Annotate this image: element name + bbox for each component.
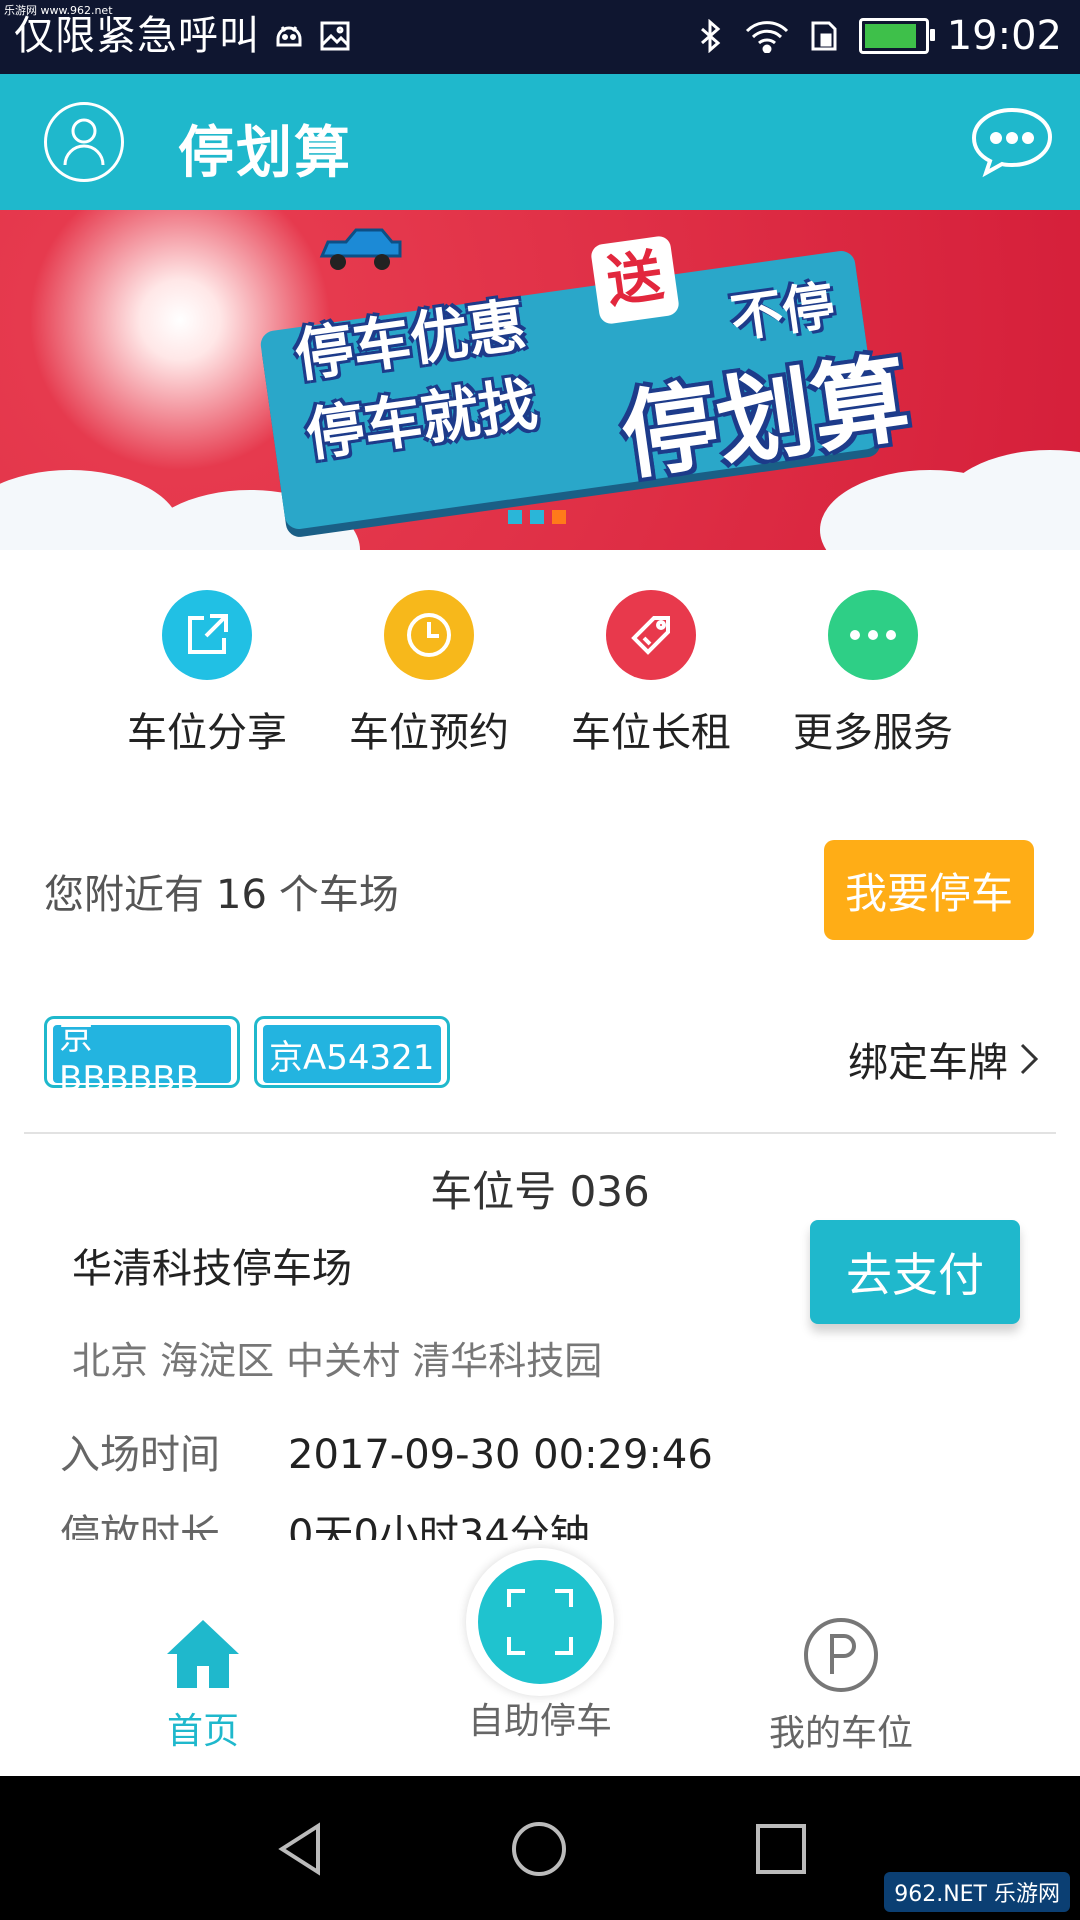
plate-text: 京BBBBBB [51, 1018, 233, 1099]
self-park-scan-button[interactable] [466, 1548, 614, 1696]
message-button[interactable] [970, 104, 1054, 178]
share-icon [162, 590, 252, 680]
service-label: 车位长租 [571, 710, 731, 756]
watermark: 962.NET 乐游网 [884, 1872, 1070, 1912]
lot-address: 北京 海淀区 中关村 清华科技园 [72, 1339, 603, 1383]
plate-chip[interactable]: 京A54321 [254, 1016, 450, 1088]
clock-icon [384, 590, 474, 680]
tag-icon [606, 590, 696, 680]
entry-time-label: 入场时间 [60, 1432, 220, 1478]
service-label: 更多服务 [793, 710, 953, 756]
chevron-right-icon [1020, 1043, 1039, 1075]
bluetooth-icon [700, 19, 720, 53]
pager-dot[interactable] [508, 510, 522, 524]
app-header: 停划算 [0, 74, 1080, 210]
service-label: 车位分享 [127, 710, 287, 756]
service-share[interactable]: 车位分享 [96, 590, 318, 770]
car-icon [319, 228, 402, 270]
banner-pager[interactable] [508, 510, 566, 524]
divider [24, 1132, 1056, 1134]
nav-home[interactable]: 首页 [138, 1616, 268, 1754]
system-nav-bar: 962.NET 乐游网 [0, 1776, 1080, 1920]
service-reserve[interactable]: 车位预约 [318, 590, 540, 770]
bind-plate-label: 绑定车牌 [848, 1040, 1008, 1086]
entry-time-row: 入场时间 2017-09-30 00:29:46 [60, 1422, 713, 1480]
plate-chip[interactable]: 京BBBBBB [44, 1016, 240, 1099]
nearby-suffix: 个车场 [278, 872, 399, 918]
nearby-prefix: 您附近有 [44, 872, 204, 918]
nav-my-spot[interactable]: 我的车位 [756, 1616, 926, 1756]
home-icon [167, 1620, 239, 1688]
nav-label: 首页 [166, 1711, 239, 1752]
image-icon [320, 21, 350, 51]
app-title: 停划算 [178, 121, 352, 186]
service-more[interactable]: 更多服务 [762, 590, 984, 770]
banner-badge: 送 [589, 234, 681, 326]
promo-banner[interactable]: 停车优惠 停车就找 送 不停 停划算 [0, 210, 1080, 550]
profile-button[interactable] [44, 102, 124, 182]
nav-self-park-label[interactable]: 自助停车 [440, 1692, 640, 1744]
nearby-summary: 您附近有 16 个车场 [44, 862, 399, 920]
pager-dot-active[interactable] [552, 510, 566, 524]
nav-label: 自助停车 [467, 1701, 612, 1742]
user-icon [63, 118, 105, 166]
battery-icon [858, 18, 935, 54]
home-circle-icon[interactable] [510, 1820, 568, 1878]
spot-number: 车位号 036 [430, 1167, 650, 1216]
back-icon[interactable] [272, 1820, 330, 1878]
sim-icon [811, 21, 837, 51]
scan-icon [507, 1589, 573, 1655]
chat-bubble-icon [971, 107, 1053, 178]
clock: 19:02 [946, 13, 1062, 59]
wifi-icon [745, 21, 788, 53]
android-icon [276, 26, 302, 47]
plate-text: 京A54321 [261, 1023, 443, 1085]
parking-icon [804, 1618, 878, 1692]
emergency-notice: 仅限紧急呼叫 [14, 13, 260, 59]
nav-label: 我的车位 [768, 1713, 913, 1754]
park-now-button[interactable]: 我要停车 [824, 840, 1034, 940]
nearby-count: 16 [216, 872, 267, 918]
pay-button[interactable]: 去支付 [810, 1220, 1020, 1324]
pager-dot[interactable] [530, 510, 544, 524]
service-label: 车位预约 [349, 710, 509, 756]
service-grid: 车位分享 车位预约 车位长租 更多服务 [0, 590, 1080, 770]
entry-time-value: 2017-09-30 00:29:46 [288, 1432, 713, 1478]
recents-icon[interactable] [752, 1820, 810, 1878]
bind-plate-link[interactable]: 绑定车牌 [848, 1030, 1040, 1088]
lot-name: 华清科技停车场 [72, 1246, 352, 1292]
service-long-rent[interactable]: 车位长租 [540, 590, 762, 770]
status-bar: 乐游网 www.962.net 仅限紧急呼叫 19:02 [0, 0, 1080, 74]
more-icon [828, 590, 918, 680]
